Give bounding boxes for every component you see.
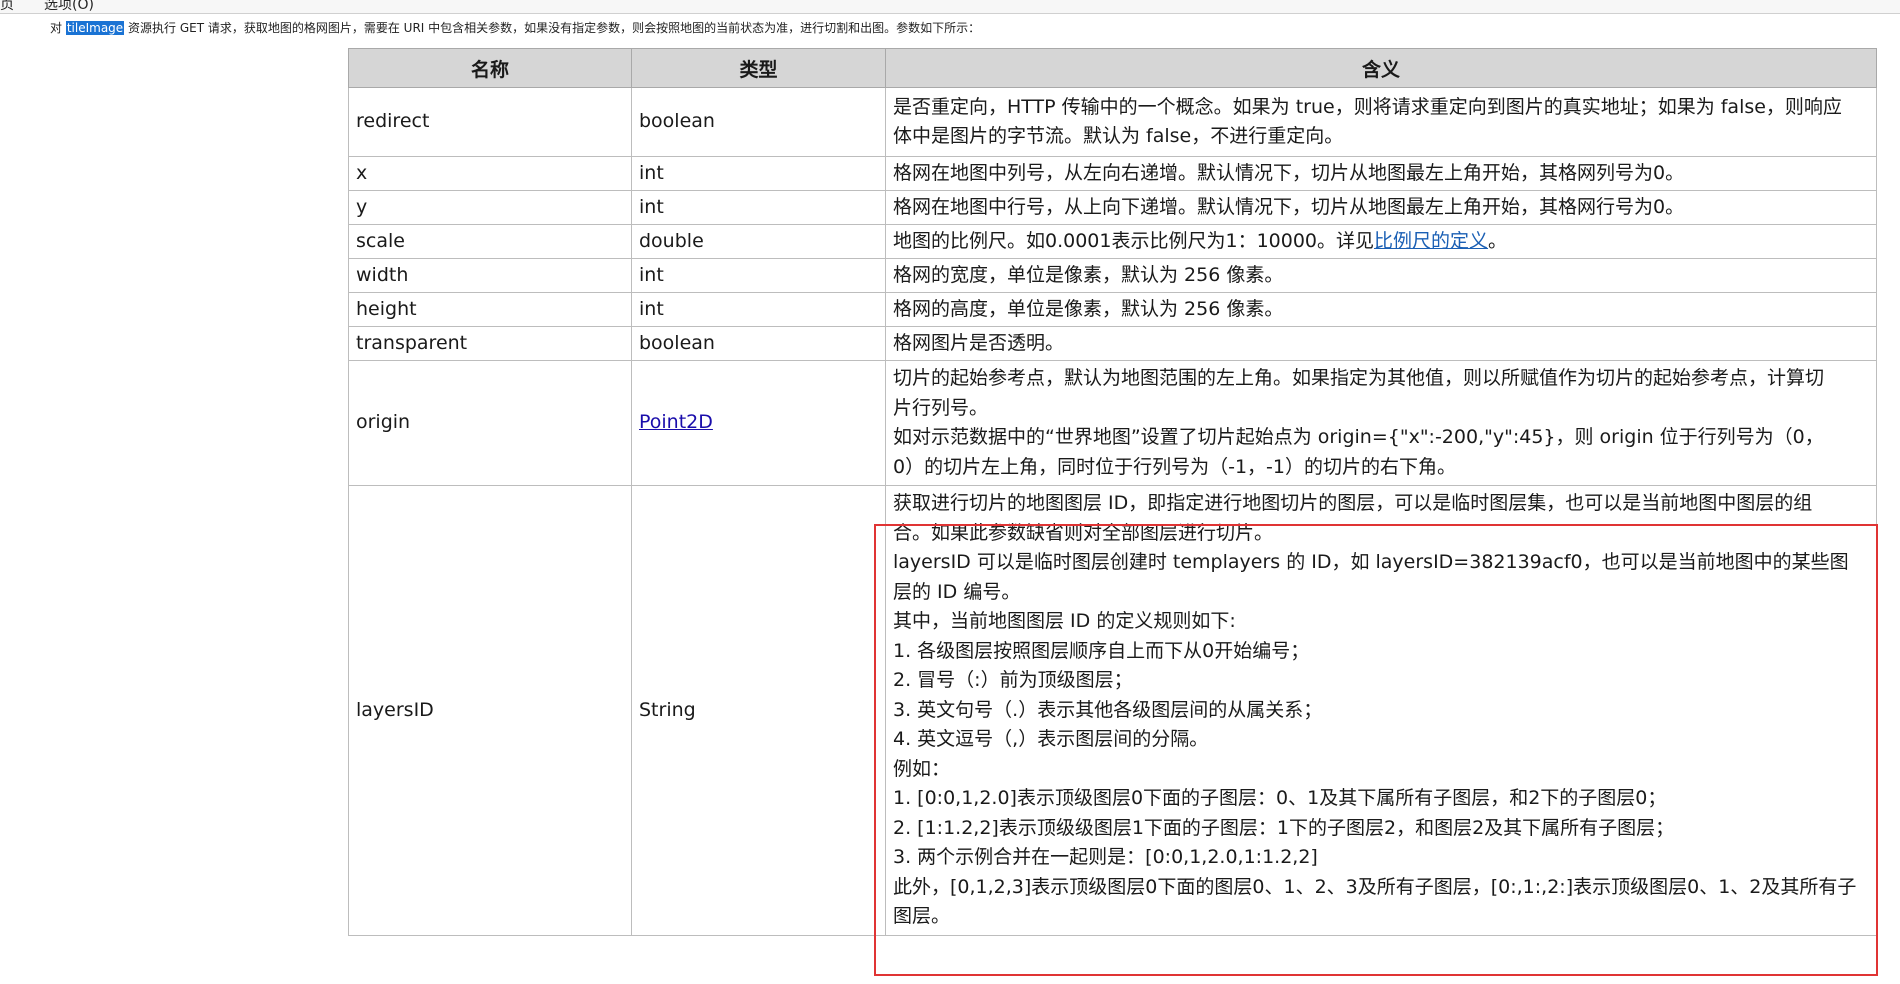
menu-item-page[interactable]: 页 [0, 0, 14, 13]
desc-line: layersID 可以是临时图层创建时 templayers 的 ID，如 la… [893, 551, 1849, 573]
desc-line: 2. [1:1.2,2]表示顶级级图层1下面的子图层：1下的子图层2，和图层2及… [893, 816, 1675, 839]
desc-line: 1. [0:0,1,2.0]表示顶级图层0下面的子图层：0、1及其下属所有子图层… [893, 787, 1667, 809]
param-type: boolean [631, 326, 886, 361]
table-row: scale double 地图的比例尺。如0.0001表示比例尺为1：10000… [348, 224, 1877, 259]
param-desc: 格网的宽度，单位是像素，默认为 256 像素。 [885, 258, 1877, 293]
param-desc: 地图的比例尺。如0.0001表示比例尺为1：10000。详见比例尺的定义。 [885, 224, 1877, 259]
desc-line: 如对示范数据中的“世界地图”设置了切片起始点为 origin={"x":-200… [893, 426, 1824, 448]
desc-line: 获取进行切片的地图图层 ID，即指定进行地图切片的图层，可以是临时图层集，也可以… [893, 492, 1813, 514]
header-name: 名称 [348, 48, 632, 88]
param-name: scale [348, 224, 632, 259]
desc-line: 2. 冒号（:）前为顶级图层； [893, 669, 1133, 691]
parameter-table: 名称 类型 含义 redirect boolean 是否重定向，HTTP 传输中… [348, 48, 1877, 936]
intro-resource-highlight: tileImage [65, 21, 125, 35]
desc-line: 切片的起始参考点，默认为地图范围的左上角。如果指定为其他值，则以所赋值作为切片的… [893, 367, 1825, 389]
param-desc: 格网在地图中列号，从左向右递增。默认情况下，切片从地图最左上角开始，其格网列号为… [885, 156, 1877, 191]
param-type: int [631, 258, 886, 293]
table-row: height int 格网的高度，单位是像素，默认为 256 像素。 [348, 292, 1877, 327]
param-type: int [631, 156, 886, 191]
desc-line: 片行列号。 [893, 396, 989, 419]
param-name: origin [348, 360, 632, 486]
param-desc: 格网的高度，单位是像素，默认为 256 像素。 [885, 292, 1877, 327]
table-row: width int 格网的宽度，单位是像素，默认为 256 像素。 [348, 258, 1877, 293]
desc-line: 合。如果此参数缺省则对全部图层进行切片。 [893, 521, 1274, 544]
intro-prefix: 对 [50, 21, 63, 35]
desc-line: 体中是图片的字节流。默认为 false，不进行重定向。 [893, 125, 1344, 147]
intro-text: 资源执行 GET 请求，获取地图的格网图片，需要在 URI 中包含相关参数，如果… [128, 21, 981, 35]
param-type: int [631, 292, 886, 327]
param-name: redirect [348, 87, 632, 157]
header-type: 类型 [631, 48, 886, 88]
desc-line: 图层。 [893, 905, 951, 927]
desc-text: 地图的比例尺。如0.0001表示比例尺为1：10000。详见 [893, 230, 1375, 252]
param-type: Point2D [631, 360, 886, 486]
desc-line: 是否重定向，HTTP 传输中的一个概念。如果为 true，则将请求重定向到图片的… [893, 95, 1842, 118]
table-row: origin Point2D 切片的起始参考点，默认为地图范围的左上角。如果指定… [348, 360, 1877, 486]
desc-line: 0）的切片左上角，同时位于行列号为（-1，-1）的切片的右下角。 [893, 455, 1456, 478]
param-desc: 格网在地图中行号，从上向下递增。默认情况下，切片从地图最左上角开始，其格网行号为… [885, 190, 1877, 225]
table-row: layersID String 获取进行切片的地图图层 ID，即指定进行地图切片… [348, 485, 1877, 936]
menu-item-options[interactable]: 选项(O) [44, 0, 94, 13]
table-row: redirect boolean 是否重定向，HTTP 传输中的一个概念。如果为… [348, 87, 1877, 157]
param-desc: 获取进行切片的地图图层 ID，即指定进行地图切片的图层，可以是临时图层集，也可以… [885, 485, 1877, 936]
param-name: width [348, 258, 632, 293]
param-type: String [631, 485, 886, 936]
param-type: double [631, 224, 886, 259]
param-desc: 切片的起始参考点，默认为地图范围的左上角。如果指定为其他值，则以所赋值作为切片的… [885, 360, 1877, 486]
table-row: x int 格网在地图中列号，从左向右递增。默认情况下，切片从地图最左上角开始，… [348, 156, 1877, 191]
desc-line: 3. 英文句号（.）表示其他各级图层间的从属关系； [893, 698, 1323, 721]
scale-definition-link[interactable]: 比例尺的定义 [1374, 230, 1488, 252]
param-name: height [348, 292, 632, 327]
param-type: boolean [631, 87, 886, 157]
table-row: transparent boolean 格网图片是否透明。 [348, 326, 1877, 361]
menu-bar: 页 选项(O) [0, 0, 1900, 14]
desc-line: 其中，当前地图图层 ID 的定义规则如下: [893, 610, 1236, 632]
intro-paragraph: 对 tileImage 资源执行 GET 请求，获取地图的格网图片，需要在 UR… [50, 19, 980, 36]
desc-line: 1. 各级图层按照图层顺序自上而下从0开始编号； [893, 639, 1310, 662]
header-meaning: 含义 [885, 48, 1877, 88]
table-row: y int 格网在地图中行号，从上向下递增。默认情况下，切片从地图最左上角开始，… [348, 190, 1877, 225]
desc-line: 4. 英文逗号（,）表示图层间的分隔。 [893, 728, 1209, 750]
param-name: y [348, 190, 632, 225]
param-desc: 格网图片是否透明。 [885, 326, 1877, 361]
param-name: layersID [348, 485, 632, 936]
point2d-link[interactable]: Point2D [639, 411, 713, 433]
desc-text: 。 [1488, 230, 1508, 252]
param-name: x [348, 156, 632, 191]
desc-line: 层的 ID 编号。 [893, 580, 1021, 603]
desc-line: 3. 两个示例合并在一起则是：[0:0,1,2.0,1:1.2,2] [893, 846, 1318, 868]
param-name: transparent [348, 326, 632, 361]
desc-line: 此外，[0,1,2,3]表示顶级图层0下面的图层0、1、2、3及所有子图层，[0… [893, 875, 1857, 898]
param-type: int [631, 190, 886, 225]
param-desc: 是否重定向，HTTP 传输中的一个概念。如果为 true，则将请求重定向到图片的… [885, 87, 1877, 157]
desc-line: 例如： [893, 757, 951, 780]
table-header-row: 名称 类型 含义 [348, 48, 1877, 88]
